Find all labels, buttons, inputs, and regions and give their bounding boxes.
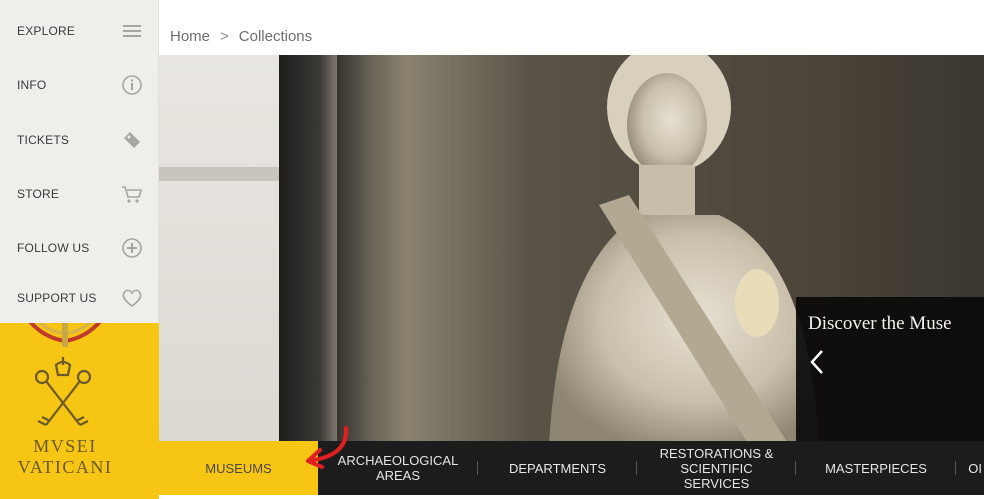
sidebar-item-label: TICKETS: [17, 133, 70, 147]
hero-caption: Discover the Muse: [796, 297, 984, 441]
hero-window-frame: [279, 55, 337, 441]
nav-item-more[interactable]: OI: [956, 441, 984, 495]
ticket-icon: [121, 129, 143, 151]
statue-image: [549, 55, 819, 441]
plus-circle-icon: [121, 237, 143, 259]
info-icon: [121, 74, 143, 96]
nav-item-museums[interactable]: MUSEUMS: [159, 441, 318, 495]
cart-icon: [121, 183, 143, 205]
nav-item-label: ARCHAEOLOGICAL AREAS: [337, 453, 459, 483]
nav-item-label: MUSEUMS: [205, 460, 272, 476]
hero-window-bar: [159, 167, 279, 181]
heart-icon: [121, 287, 143, 309]
hero-caption-title: Discover the Muse: [808, 313, 952, 334]
sidebar-item-label: FOLLOW US: [17, 241, 90, 255]
nav-item-label: MASTERPIECES: [825, 460, 927, 476]
sidebar-item-label: STORE: [17, 187, 60, 201]
nav-item-label: DEPARTMENTS: [508, 460, 607, 476]
breadcrumb-home[interactable]: Home: [170, 28, 210, 45]
sidebar-item-store[interactable]: STORE: [0, 174, 159, 214]
sidebar-item-label: EXPLORE: [17, 24, 76, 38]
sidebar-item-explore[interactable]: EXPLORE: [0, 11, 159, 51]
nav-item-label: OI: [968, 460, 982, 476]
bottom-strip: [159, 495, 984, 499]
sidebar-item-tickets[interactable]: TICKETS: [0, 120, 159, 160]
main-nav: MUSEUMS ARCHAEOLOGICAL AREAS DEPARTMENTS…: [159, 441, 984, 495]
breadcrumb-current: Collections: [238, 28, 313, 45]
sidebar: EXPLORE INFO TICKETS STORE FOLLOW US SUP…: [0, 0, 159, 323]
sidebar-item-info[interactable]: INFO: [0, 65, 159, 105]
sidebar-item-follow-us[interactable]: FOLLOW US: [0, 228, 159, 268]
sidebar-item-label: SUPPORT US: [17, 291, 97, 305]
nav-item-masterpieces[interactable]: MASTERPIECES: [796, 441, 956, 495]
hero-window-background: [159, 55, 279, 441]
nav-item-departments[interactable]: DEPARTMENTS: [478, 441, 637, 495]
sidebar-item-label: INFO: [17, 78, 47, 92]
hero-image: Discover the Muse: [159, 55, 984, 441]
nav-item-archaeological-areas[interactable]: ARCHAEOLOGICAL AREAS: [318, 441, 478, 495]
coat-of-arms-icon: [28, 323, 102, 347]
nav-item-restorations[interactable]: RESTORATIONS & SCIENTIFIC SERVICES: [637, 441, 796, 495]
nav-item-label: RESTORATIONS & SCIENTIFIC SERVICES: [659, 445, 774, 491]
museum-logo[interactable]: MVSEI VATICANI: [0, 323, 159, 499]
logo-text-line1: MVSEI: [33, 436, 97, 456]
crossed-keys-icon: [34, 357, 92, 426]
breadcrumb: Home > Collections: [170, 28, 312, 45]
breadcrumb-separator: >: [220, 28, 229, 45]
menu-icon: [121, 20, 143, 42]
logo-text-line2: VATICANI: [17, 457, 113, 477]
sidebar-item-support-us[interactable]: SUPPORT US: [0, 278, 159, 318]
chevron-left-icon[interactable]: [806, 345, 830, 379]
